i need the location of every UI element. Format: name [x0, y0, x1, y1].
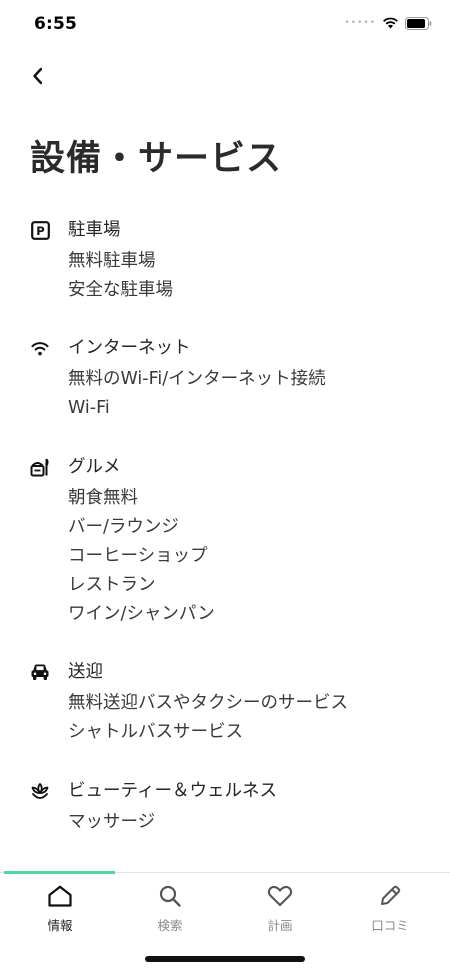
signal-icon: ••••• [344, 18, 376, 28]
status-bar: 6:55 ••••• [0, 0, 450, 44]
section-heading: 駐車場 [68, 220, 121, 240]
tab-plan[interactable]: 計画 [224, 873, 336, 937]
parking-icon: P [30, 220, 50, 240]
heart-icon [224, 884, 336, 908]
amenity-item: 無料送迎バスやタクシーのサービス [68, 693, 348, 713]
home-indicator [145, 956, 305, 962]
lotus-icon [30, 781, 50, 801]
section-heading: インターネット [68, 338, 191, 358]
tab-info[interactable]: 情報 [4, 873, 116, 937]
status-time: 6:55 [34, 14, 78, 34]
chevron-left-icon [33, 67, 43, 85]
search-icon [114, 884, 226, 908]
dining-icon [30, 457, 50, 477]
amenity-list: 朝食無料 バー/ラウンジ コーヒーショップ レストラン ワイン/シャンパン [68, 484, 215, 629]
tab-label: 計画 [267, 918, 293, 933]
amenity-item: シャトルバスサービス [68, 722, 243, 742]
amenity-list: 無料駐車場 安全な駐車場 [68, 247, 173, 305]
svg-text:P: P [36, 224, 44, 238]
tab-reviews[interactable]: 口コミ [334, 873, 446, 937]
amenity-item: レストラン [68, 575, 156, 595]
amenity-item: 朝食無料 [68, 488, 138, 508]
section-heading: 送迎 [68, 662, 103, 682]
amenity-item: 安全な駐車場 [68, 280, 173, 300]
amenity-item: 無料駐車場 [68, 251, 156, 271]
status-icons: ••••• [344, 16, 432, 30]
page-title: 設備・サービス [30, 139, 283, 179]
amenity-item: Wi-Fi [68, 398, 110, 418]
tab-label: 口コミ [371, 918, 409, 933]
section-heading: ビューティー＆ウェルネス [68, 781, 277, 801]
back-button[interactable] [24, 62, 52, 90]
amenity-list: 無料送迎バスやタクシーのサービス シャトルバスサービス [68, 689, 348, 747]
amenity-item: コーヒーショップ [68, 546, 208, 566]
amenity-item: ワイン/シャンパン [68, 604, 215, 624]
wifi-icon [382, 17, 399, 29]
home-icon [4, 884, 116, 908]
tab-search[interactable]: 検索 [114, 873, 226, 937]
amenity-item: マッサージ [68, 812, 156, 832]
bottom-tab-bar: 情報 検索 計画 口コミ [0, 871, 450, 939]
tab-label: 情報 [47, 918, 73, 933]
wifi-icon [30, 338, 50, 358]
tab-label: 検索 [157, 918, 183, 933]
battery-icon [405, 16, 432, 30]
section-heading: グルメ [68, 457, 121, 477]
amenity-list: 無料のWi-Fi/インターネット接続 Wi-Fi [68, 365, 326, 423]
amenity-item: 無料のWi-Fi/インターネット接続 [68, 369, 326, 389]
amenity-item: バー/ラウンジ [68, 517, 179, 537]
car-icon [30, 662, 50, 682]
amenity-list: マッサージ [68, 808, 155, 837]
pencil-icon [334, 884, 446, 908]
